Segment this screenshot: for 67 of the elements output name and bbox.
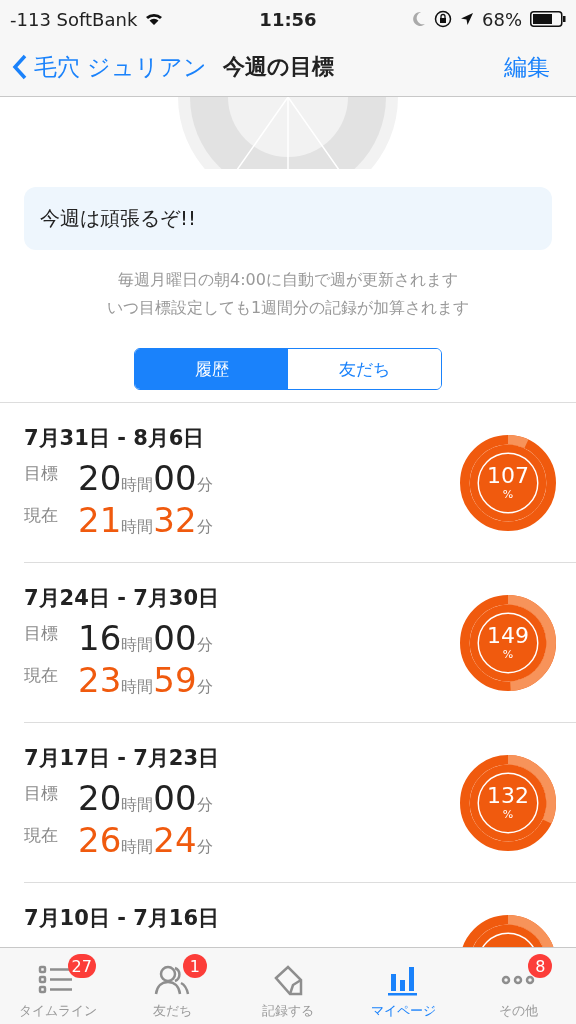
date-range: 7月17日 - 7月23日 bbox=[24, 744, 220, 772]
current-label: 現在 bbox=[24, 663, 59, 687]
current-minutes: 24 bbox=[153, 819, 197, 860]
percent-value: 107 bbox=[487, 464, 529, 488]
clock-text: 11:56 bbox=[259, 8, 317, 30]
current-label: 現在 bbox=[24, 823, 59, 847]
info-text: いつ目標設定しても1週間分の記録が加算されます bbox=[106, 297, 470, 319]
memo-card: 今週は頑張るぞ!! bbox=[24, 187, 552, 250]
hours-unit: 時間 bbox=[121, 676, 154, 698]
chevron-left-icon bbox=[12, 54, 28, 80]
minutes-unit: 分 bbox=[196, 676, 213, 698]
hours-unit: 時間 bbox=[121, 516, 154, 538]
info-text: 毎週月曜日の朝4:00に自動で週が更新されます bbox=[118, 269, 458, 291]
date-range: 7月31日 - 8月6日 bbox=[24, 424, 206, 452]
goal-hours: 20 bbox=[78, 457, 122, 498]
goal-label: 目標 bbox=[24, 781, 59, 805]
current-minutes: 59 bbox=[153, 659, 197, 700]
current-minutes: 32 bbox=[153, 499, 197, 540]
minutes-unit: 分 bbox=[196, 836, 213, 858]
carrier-text: -113 SoftBank bbox=[10, 8, 138, 30]
minutes-unit: 分 bbox=[196, 794, 213, 816]
tab-item[interactable]: その他 8 bbox=[460, 948, 576, 1024]
moon-icon bbox=[412, 11, 426, 27]
tab-item[interactable]: タイムライン 27 bbox=[0, 948, 116, 1024]
nav-title: 今週の目標 bbox=[223, 53, 335, 81]
goal-hours: 16 bbox=[78, 617, 122, 658]
tab-item[interactable]: 記録する bbox=[230, 948, 346, 1024]
tab-item[interactable]: 友だち 1 bbox=[115, 948, 231, 1024]
goal-minutes: 00 bbox=[153, 457, 197, 498]
current-label: 現在 bbox=[24, 503, 59, 527]
hours-unit: 時間 bbox=[121, 634, 154, 656]
goal-minutes: 00 bbox=[153, 777, 197, 818]
hours-unit: 時間 bbox=[121, 474, 154, 496]
rotation-lock-icon bbox=[434, 10, 452, 28]
week-row[interactable]: 7月17日 - 7月23日 目標 20時間00分 現在 26時間24分 132 % bbox=[24, 723, 576, 883]
percent-value: 149 bbox=[487, 624, 529, 648]
percent-value: 132 bbox=[487, 784, 529, 808]
percent-unit: % bbox=[502, 488, 514, 501]
date-range: 7月10日 - 7月16日 bbox=[24, 904, 220, 932]
location-arrow-icon bbox=[460, 12, 474, 26]
week-row[interactable]: 7月31日 - 8月6日 目標 20時間00分 現在 21時間32分 107 % bbox=[24, 403, 576, 563]
minutes-unit: 分 bbox=[196, 474, 213, 496]
edit-button[interactable]: 編集 bbox=[504, 51, 550, 83]
percent-unit: % bbox=[502, 808, 514, 821]
goal-hours: 20 bbox=[78, 777, 122, 818]
week-row[interactable]: 7月24日 - 7月30日 目標 16時間00分 現在 23時間 59分 149 % bbox=[24, 563, 576, 723]
tab-item[interactable]: マイページ bbox=[345, 948, 461, 1024]
current-hours: 21 bbox=[78, 499, 122, 540]
count-badge: 27 bbox=[67, 954, 96, 978]
segment-tab[interactable]: 履歴 bbox=[135, 349, 288, 389]
goal-minutes: 00 bbox=[153, 617, 197, 658]
count-badge: 1 bbox=[182, 954, 207, 978]
hours-unit: 時間 bbox=[121, 836, 154, 858]
minutes-unit: 分 bbox=[196, 516, 213, 538]
goal-label: 目標 bbox=[24, 621, 59, 645]
current-hours: 23 bbox=[78, 659, 122, 700]
minutes-unit: 分 bbox=[196, 634, 213, 656]
goal-label: 目標 bbox=[24, 461, 59, 485]
back-button[interactable]: 毛穴 ジュリアン bbox=[12, 51, 208, 83]
battery-percent: 68% bbox=[482, 8, 522, 30]
hours-unit: 時間 bbox=[121, 794, 154, 816]
percent-unit: % bbox=[502, 648, 514, 661]
wifi-icon bbox=[145, 12, 164, 26]
current-hours: 26 bbox=[78, 819, 122, 860]
count-badge: 8 bbox=[528, 954, 553, 978]
date-range: 7月24日 - 7月30日 bbox=[24, 584, 220, 612]
battery-icon bbox=[530, 11, 566, 27]
